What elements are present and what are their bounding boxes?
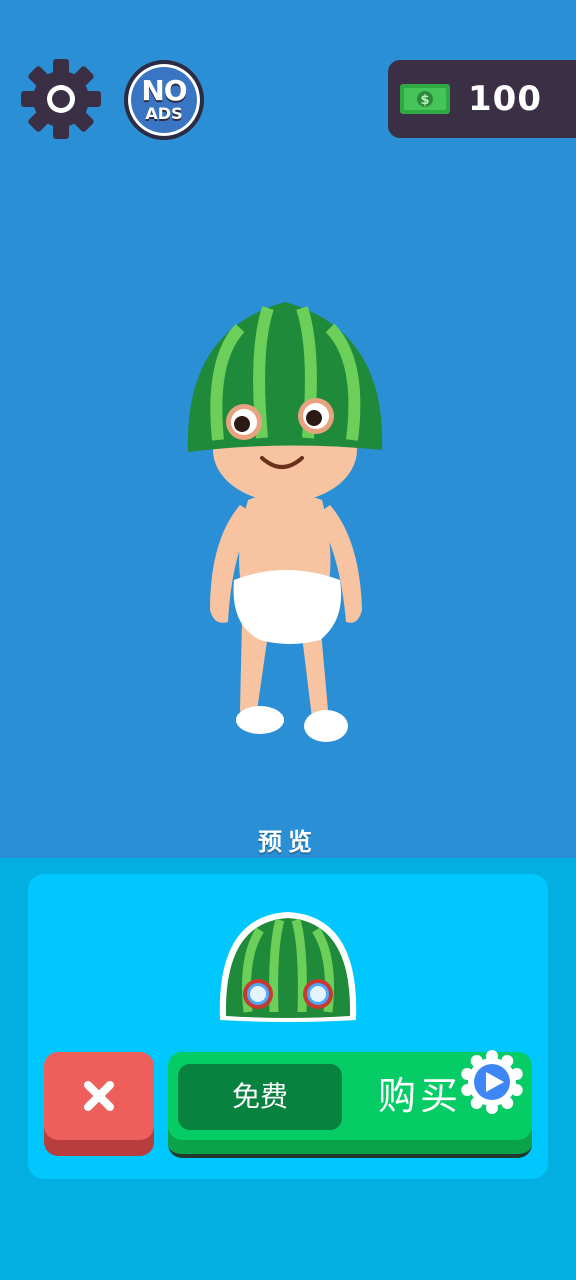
preview-title: 预览 (258, 828, 318, 856)
no-ads-icon: NO (141, 74, 187, 107)
free-tag: 免费 (178, 1064, 342, 1130)
watermelon-helmet-thumbnail (219, 912, 357, 1022)
gear-icon (21, 59, 101, 139)
close-icon (84, 1081, 114, 1111)
close-button[interactable] (44, 1052, 154, 1156)
buy-label: 购买 (378, 1074, 463, 1118)
cash-icon: $ (400, 84, 450, 114)
money-value: 100 (468, 79, 542, 119)
item-card: 免费 购买 (28, 874, 548, 1179)
video-ad-icon[interactable] (460, 1050, 524, 1114)
svg-text:$: $ (420, 93, 429, 108)
no-ads-subtext: ADS (145, 104, 183, 123)
settings-button[interactable] (20, 58, 102, 140)
money-counter: $ 100 (388, 60, 576, 138)
character-model (187, 302, 383, 742)
no-ads-button[interactable]: NO ADS (124, 60, 204, 140)
close-button-face (44, 1052, 154, 1140)
